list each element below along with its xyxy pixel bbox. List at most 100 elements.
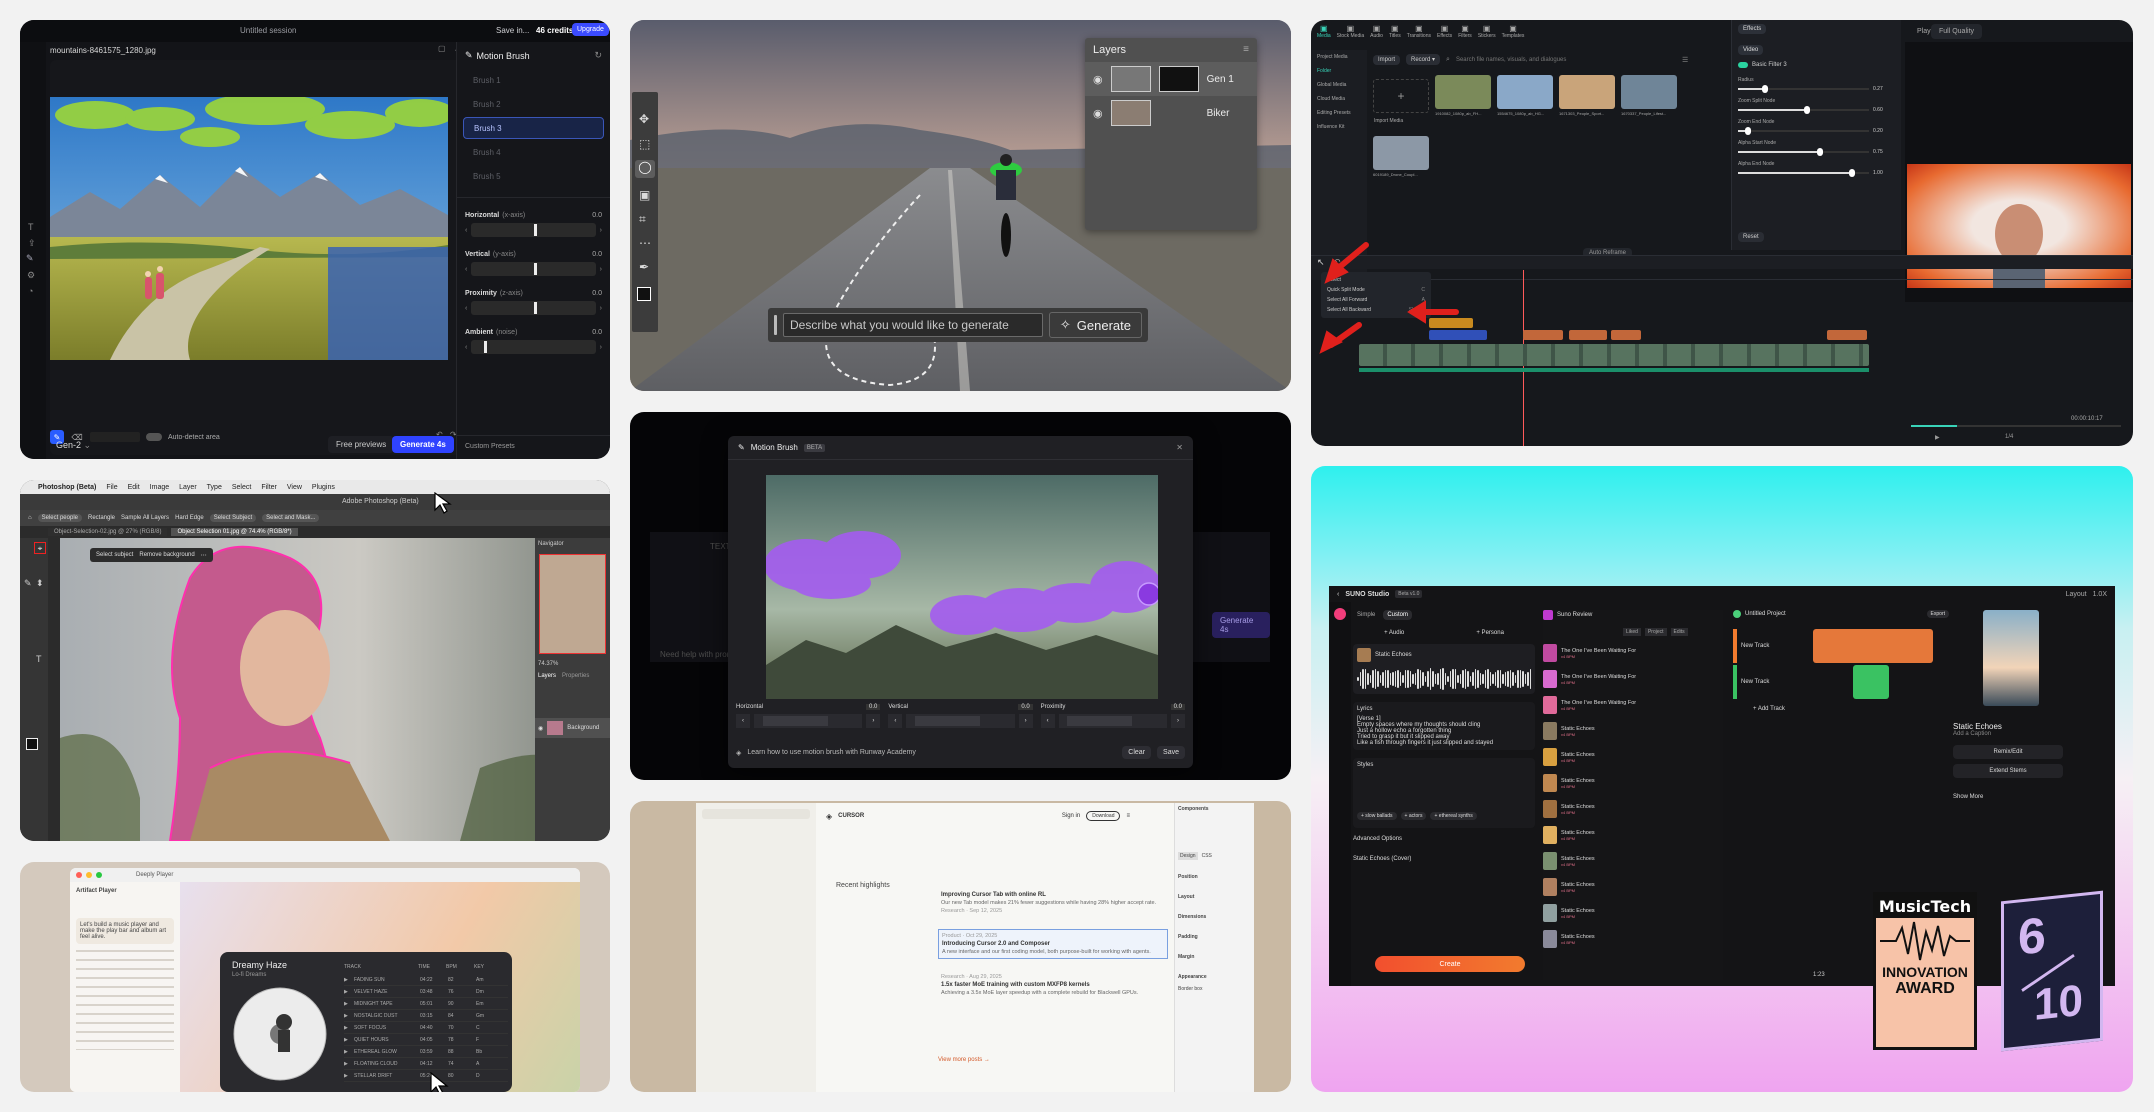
video-track[interactable] xyxy=(1359,344,1869,366)
menu-image[interactable]: Image xyxy=(150,484,169,491)
highlight-item[interactable]: Improving Cursor Tab with online RL Our n… xyxy=(938,889,1168,917)
border-box-checkbox[interactable]: Border box xyxy=(1178,986,1251,992)
duplicate-icon[interactable]: ▢ xyxy=(438,44,446,53)
param-slider[interactable] xyxy=(1738,148,1869,156)
increase-icon[interactable]: › xyxy=(600,266,602,273)
more-tools-icon[interactable]: ⋯ xyxy=(639,236,651,250)
audio-track[interactable] xyxy=(1359,368,1869,372)
media-clip[interactable]: 1670337_People_Lifest... xyxy=(1621,75,1677,116)
param-slider[interactable] xyxy=(1738,127,1869,135)
save-button[interactable]: Save xyxy=(1157,746,1185,759)
decrease-icon[interactable]: ‹ xyxy=(465,305,467,312)
effect-clip[interactable] xyxy=(1429,330,1487,340)
style-tag[interactable]: + ethereal synths xyxy=(1430,812,1477,820)
track-row[interactable]: ▶ SOFT FOCUS 04:40 70 C xyxy=(344,1022,508,1034)
simple-tab[interactable]: Simple xyxy=(1353,610,1379,620)
increase-icon[interactable]: › xyxy=(600,305,602,312)
dialog-slider[interactable] xyxy=(906,714,1015,728)
top-tab[interactable]: ▣ Audio xyxy=(1370,24,1383,39)
gear-icon[interactable]: ⚙ xyxy=(27,270,35,281)
add-audio-button[interactable]: + Audio xyxy=(1384,630,1404,636)
save-button[interactable]: Save in... xyxy=(496,26,529,35)
slider-knob[interactable] xyxy=(533,263,537,275)
effect-clip[interactable] xyxy=(1569,330,1607,340)
model-select[interactable]: Gen-2 ⌄ xyxy=(56,440,91,451)
menu-filter[interactable]: Filter xyxy=(261,484,277,491)
clear-button[interactable]: Clear xyxy=(1122,746,1152,759)
decrease-icon[interactable]: ‹ xyxy=(465,266,467,273)
eye-icon[interactable]: ◉ xyxy=(1093,107,1103,120)
select-tool-icon[interactable]: ↖ xyxy=(1317,257,1325,268)
sidebar-item[interactable]: Global Media xyxy=(1311,78,1367,92)
top-tab[interactable]: ▣ Templates xyxy=(1502,24,1525,39)
track-row[interactable]: ▶ QUIET HOURS 04:05 78 F xyxy=(344,1034,508,1046)
slider-knob[interactable] xyxy=(483,341,487,353)
download-button[interactable]: Download xyxy=(1086,811,1121,821)
track-row[interactable]: ▶ STELLAR DRIFT 05:20 80 D xyxy=(344,1070,508,1082)
panel-section[interactable]: Margin xyxy=(1178,954,1251,960)
suno-logo-icon[interactable] xyxy=(1334,608,1346,620)
liked-tab[interactable]: Liked xyxy=(1623,628,1641,636)
slider-knob[interactable] xyxy=(1744,127,1751,135)
motion-slider[interactable] xyxy=(471,340,596,354)
motion-slider[interactable] xyxy=(471,301,596,315)
media-clip[interactable]: 1554675_1080p_ab_HG... xyxy=(1497,75,1553,116)
song-row[interactable]: Static Echoes v4 BPM xyxy=(1543,900,1723,926)
filter-icon[interactable]: ☰ xyxy=(1682,56,1688,64)
panel-section[interactable]: Layout xyxy=(1178,894,1251,900)
marquee-tool-icon[interactable]: ⬚ xyxy=(639,137,650,151)
doc-tab-active[interactable]: Object Selection 01.jpg @ 74.4% (RGB/8*) xyxy=(171,528,298,536)
play-icon[interactable]: ▶ xyxy=(344,1061,350,1067)
increase-icon[interactable]: › xyxy=(600,227,602,234)
brush-slot[interactable]: Brush 4 xyxy=(463,141,604,163)
move-tool-icon[interactable]: ✥ xyxy=(639,112,649,126)
video-tab[interactable]: Video xyxy=(1738,45,1764,55)
media-clip[interactable]: 1910082_1080p_ab_FH... xyxy=(1435,75,1491,116)
menu-type[interactable]: Type xyxy=(207,484,222,491)
advanced-options[interactable]: Advanced Options xyxy=(1353,836,1535,842)
add-persona-button[interactable]: + Persona xyxy=(1476,630,1504,636)
param-slider[interactable] xyxy=(1738,169,1869,177)
undo-icon[interactable]: ↶ xyxy=(1333,257,1341,268)
play-icon[interactable]: ▶ xyxy=(344,1001,350,1007)
enable-toggle[interactable] xyxy=(1738,62,1748,68)
slider-knob[interactable] xyxy=(1761,85,1768,93)
dialog-slider[interactable] xyxy=(1058,714,1167,728)
extend-button[interactable]: Extend Stems xyxy=(1953,764,2063,778)
back-icon[interactable]: ‹ xyxy=(1337,591,1339,598)
play-icon[interactable]: ▶ xyxy=(1935,434,1940,441)
param-value[interactable]: 1.00 xyxy=(1873,170,1895,176)
color-swatches-icon[interactable] xyxy=(637,287,651,301)
track-row[interactable]: ▶ MIDNIGHT TAPE 05:01 90 Em xyxy=(344,998,508,1010)
param-value[interactable]: 0.75 xyxy=(1873,149,1895,155)
reset-button[interactable]: Reset xyxy=(1738,232,1764,242)
import-button[interactable]: Import xyxy=(1373,54,1401,65)
top-tab[interactable]: ▣ Stock Media xyxy=(1337,24,1365,39)
minimize-dot[interactable] xyxy=(86,872,92,878)
show-more-link[interactable]: Show More xyxy=(1953,794,2113,800)
sidebar-item[interactable]: Folder xyxy=(1311,64,1367,78)
eye-icon[interactable]: ◉ xyxy=(538,725,543,732)
audio-clip[interactable] xyxy=(1813,629,1934,663)
song-row[interactable]: Static Echoes v4 BPM xyxy=(1543,718,1723,744)
slider-knob[interactable] xyxy=(1816,148,1823,156)
style-tag[interactable]: + actors xyxy=(1400,812,1427,820)
eye-icon[interactable]: ◉ xyxy=(1093,73,1103,86)
song-row[interactable]: Static Echoes v4 BPM xyxy=(1543,744,1723,770)
reset-icon[interactable]: ↻ xyxy=(594,50,602,61)
select-people-button[interactable]: Select people xyxy=(37,514,82,522)
doc-tab[interactable]: Object-Selection-02.jpg @ 27% (RGB/8) xyxy=(48,528,168,536)
more-icon[interactable]: ⋯ xyxy=(201,552,207,559)
brush-slot[interactable]: Brush 1 xyxy=(463,69,604,91)
generate-button[interactable]: Generate 4s xyxy=(392,436,454,453)
track-row[interactable]: ▶ VELVET HAZE 03:48 76 Dm xyxy=(344,986,508,998)
top-tab[interactable]: ▣ Transitions xyxy=(1407,24,1431,39)
slider-knob[interactable] xyxy=(1803,106,1810,114)
add-track-button[interactable]: + Add Track xyxy=(1753,706,1949,712)
song-row[interactable]: The One I've Been Waiting For v4 BPM xyxy=(1543,640,1723,666)
menu-view[interactable]: View xyxy=(287,484,302,491)
decrease-icon[interactable]: ‹ xyxy=(888,714,903,728)
play-icon[interactable]: ▶ xyxy=(344,1037,350,1043)
brush-tool-icon[interactable]: ✎ xyxy=(26,253,34,264)
increase-icon[interactable]: › xyxy=(600,344,602,351)
